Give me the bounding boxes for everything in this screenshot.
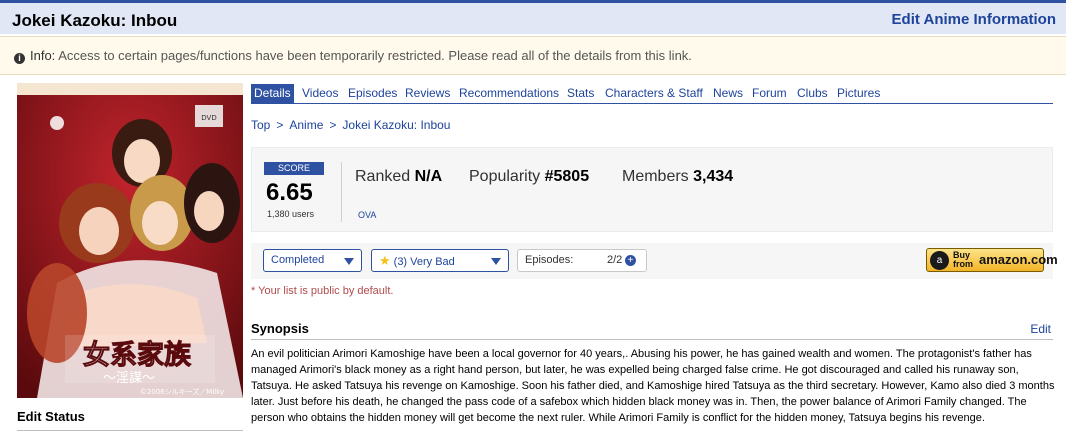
synopsis-text: An evil politician Arimori Kamoshige hav…: [251, 348, 1055, 424]
breadcrumb-current[interactable]: Jokei Kazoku: Inbou: [342, 118, 450, 132]
popularity-label: Popularity: [469, 168, 541, 185]
status-select[interactable]: Completed: [263, 249, 362, 272]
info-text[interactable]: Access to certain pages/functions have b…: [58, 48, 692, 63]
cover-copyright: ©2006シルキーズ／Milky: [140, 387, 224, 396]
popularity-value: #5805: [544, 168, 590, 185]
cover-illustration: DVD 女系家族 〜淫謀〜 ©2006シルキーズ／Milky: [17, 83, 243, 398]
synopsis-heading: Synopsis: [251, 321, 309, 336]
ranked-stat: Ranked N/A: [355, 168, 442, 186]
amazon-brand-label: amazon.com: [979, 252, 1058, 267]
breadcrumb-top[interactable]: Top: [251, 118, 270, 132]
episodes-label: Episodes:: [525, 254, 574, 266]
edit-anime-information-link[interactable]: Edit Anime Information: [892, 11, 1056, 28]
episodes-field[interactable]: Episodes: 2/2 +: [517, 249, 647, 272]
cover-sublogo: 〜淫謀〜: [103, 370, 155, 386]
edit-status-heading: Edit Status: [17, 409, 243, 431]
tab-characters-staff[interactable]: Characters & Staff: [602, 84, 706, 104]
ranked-value: N/A: [414, 168, 443, 185]
info-label: Info:: [30, 48, 56, 63]
popularity-stat: Popularity #5805: [469, 168, 589, 186]
episodes-value: 2/2: [607, 254, 623, 266]
page-title: Jokei Kazoku: Inbou: [12, 11, 178, 30]
score-block: SCORE 6.65 1,380 users: [262, 162, 342, 222]
tab-forum[interactable]: Forum: [749, 84, 790, 104]
synopsis-header: Synopsis Edit: [251, 320, 1053, 340]
tab-recommendations[interactable]: Recommendations: [456, 84, 562, 104]
cover-logo: 女系家族: [83, 339, 192, 371]
rating-value: (3) Very Bad: [393, 256, 455, 268]
plus-icon[interactable]: +: [625, 255, 636, 266]
chevron-down-icon: [344, 258, 354, 265]
tab-details[interactable]: Details: [251, 84, 294, 104]
score-value: 6.65: [266, 179, 313, 206]
ranked-label: Ranked: [355, 168, 411, 185]
info-icon: i: [14, 53, 25, 64]
tab-clubs[interactable]: Clubs: [794, 84, 831, 104]
tab-videos[interactable]: Videos: [299, 84, 341, 104]
tab-stats[interactable]: Stats: [564, 84, 597, 104]
amazon-icon: a: [930, 251, 949, 270]
breadcrumb-separator: >: [276, 118, 284, 132]
amazon-buy-label: Buy from: [953, 250, 973, 269]
buy-from-amazon-button[interactable]: a Buy from amazon.com: [926, 248, 1058, 272]
breadcrumb: Top > Anime > Jokei Kazoku: Inbou: [251, 118, 450, 132]
score-users: 1,380 users: [267, 209, 315, 219]
info-notice: i Info: Access to certain pages/functions…: [0, 36, 1066, 75]
tab-news[interactable]: News: [710, 84, 746, 104]
page-header: Jokei Kazoku: Inbou Edit Anime Informati…: [0, 0, 1066, 34]
anime-cover-image[interactable]: DVD 女系家族 〜淫謀〜 ©2006シルキーズ／Milky: [17, 83, 243, 398]
status-value: Completed: [271, 254, 325, 266]
tab-pictures[interactable]: Pictures: [834, 84, 883, 104]
members-value: 3,434: [693, 168, 734, 185]
tab-reviews[interactable]: Reviews: [402, 84, 453, 104]
breadcrumb-separator: >: [329, 118, 337, 132]
members-stat: Members 3,434: [622, 168, 733, 186]
members-label: Members: [622, 168, 689, 185]
breadcrumb-anime[interactable]: Anime: [289, 118, 323, 132]
score-label: SCORE: [264, 162, 324, 175]
chevron-down-icon: [491, 258, 501, 265]
tab-episodes[interactable]: Episodes: [345, 84, 400, 104]
stats-box: SCORE 6.65 1,380 users Ranked N/A Popula…: [251, 147, 1053, 232]
rating-select[interactable]: ★ (3) Very Bad: [371, 249, 509, 272]
star-icon: ★: [379, 253, 391, 268]
type-link[interactable]: OVA: [358, 210, 376, 220]
cover-dvd-label: DVD: [201, 114, 216, 122]
synopsis-edit-link[interactable]: Edit: [1030, 322, 1051, 336]
anime-tabs: Details Videos Episodes Reviews Recommen…: [251, 84, 1053, 104]
list-public-note: * Your list is public by default.: [251, 285, 394, 297]
